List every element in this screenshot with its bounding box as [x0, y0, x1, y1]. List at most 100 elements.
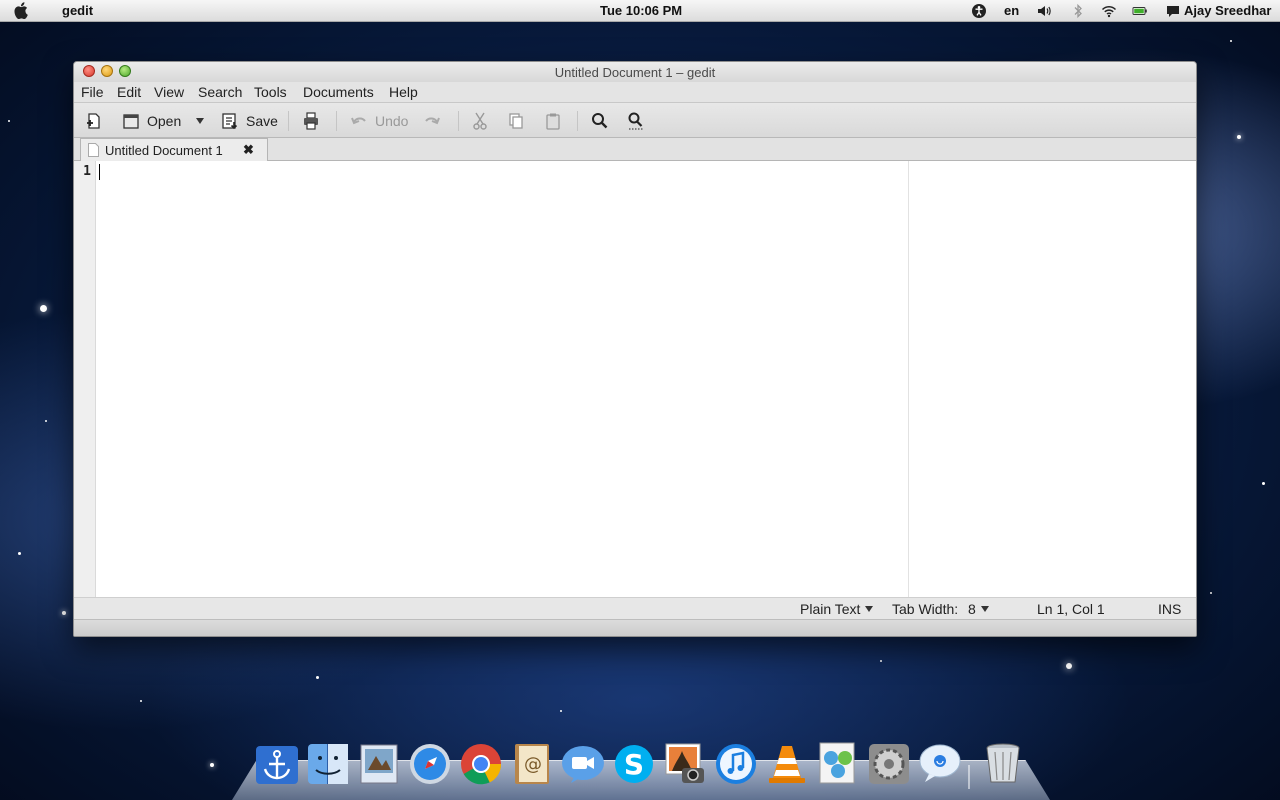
tab-width-label: Tab Width:	[892, 601, 959, 617]
volume-icon[interactable]	[1036, 3, 1052, 19]
star	[62, 611, 66, 615]
iphoto-icon[interactable]	[662, 740, 708, 786]
tab-width-selector[interactable]: Tab Width: 8	[892, 601, 989, 617]
star	[1230, 40, 1232, 42]
text-cursor	[99, 164, 100, 180]
search-replace-button[interactable]	[626, 111, 646, 131]
apple-icon[interactable]	[14, 2, 30, 19]
right-margin-line	[908, 161, 909, 597]
insert-mode: INS	[1158, 601, 1182, 617]
document-tab-bar: Untitled Document 1 ✖	[74, 138, 1196, 162]
input-language[interactable]: en	[1004, 3, 1019, 18]
contacts-icon[interactable]: @	[509, 740, 555, 786]
finder-icon[interactable]	[305, 740, 351, 786]
menu-help[interactable]: Help	[389, 84, 418, 100]
facetime-icon[interactable]	[560, 740, 606, 786]
redo-button[interactable]	[422, 111, 442, 131]
cut-button[interactable]	[470, 111, 490, 131]
cursor-position: Ln 1, Col 1	[1037, 601, 1105, 617]
menu-file[interactable]: File	[81, 84, 104, 100]
undo-icon	[351, 117, 366, 125]
editor-view[interactable]: 1	[74, 161, 1196, 597]
vlc-icon[interactable]	[764, 740, 810, 786]
paste-button[interactable]	[543, 111, 563, 131]
new-document-icon	[87, 113, 100, 129]
safari-icon[interactable]	[407, 740, 453, 786]
svg-text:S: S	[624, 748, 644, 781]
bluetooth-icon[interactable]	[1070, 3, 1086, 19]
folder-open-icon	[123, 114, 139, 129]
save-button[interactable]: Save	[220, 111, 278, 131]
svg-text:@: @	[524, 754, 542, 775]
toolbar: Open Save Undo	[74, 102, 1196, 138]
language-selector[interactable]: Plain Text	[800, 601, 874, 617]
chat-bubble-icon[interactable]	[1165, 3, 1181, 19]
active-app-name[interactable]: gedit	[62, 3, 93, 18]
clipboard-icon	[546, 113, 560, 130]
menu-view[interactable]: View	[154, 84, 184, 100]
star	[1262, 482, 1265, 485]
tab-label: Untitled Document 1	[105, 143, 223, 158]
star	[1066, 663, 1072, 669]
trash-icon[interactable]	[980, 740, 1026, 786]
system-menubar: gedit Tue 10:06 PM en Ajay Sreedhar	[0, 0, 1280, 22]
star	[1210, 592, 1212, 594]
save-icon	[222, 113, 238, 130]
tab-width-value: 8	[968, 601, 976, 617]
dock-separator	[968, 765, 970, 789]
preview-icon[interactable]	[356, 740, 402, 786]
toolbar-separator	[288, 111, 289, 131]
accessibility-icon[interactable]	[971, 3, 987, 19]
menu-tools[interactable]: Tools	[254, 84, 287, 100]
menu-edit[interactable]: Edit	[117, 84, 141, 100]
star	[316, 676, 319, 679]
star	[210, 763, 214, 767]
open-button[interactable]: Open	[121, 111, 181, 131]
open-recent-dropdown[interactable]	[191, 111, 204, 131]
messages-icon[interactable]	[917, 740, 963, 786]
skype-icon[interactable]: S	[611, 740, 657, 786]
search-icon	[592, 113, 608, 129]
toolbar-separator	[458, 111, 459, 131]
undo-button[interactable]: Undo	[349, 111, 408, 131]
copy-button[interactable]	[506, 111, 526, 131]
title-bar[interactable]: Untitled Document 1 – gedit	[74, 62, 1196, 84]
menubar-clock[interactable]: Tue 10:06 PM	[600, 3, 682, 18]
toolbar-separator	[336, 111, 337, 131]
chrome-icon[interactable]	[458, 740, 504, 786]
menu-search[interactable]: Search	[198, 84, 242, 100]
toolbar-separator	[577, 111, 578, 131]
text-area[interactable]	[97, 161, 908, 597]
language-label: Plain Text	[800, 601, 861, 617]
search-button[interactable]	[590, 111, 610, 131]
chevron-down-icon	[865, 606, 874, 612]
app-menubar: File Edit View Search Tools Documents He…	[74, 82, 1196, 102]
printer-icon	[304, 112, 318, 130]
user-name[interactable]: Ajay Sreedhar	[1184, 3, 1271, 18]
new-document-button[interactable]	[84, 111, 104, 131]
tab-untitled-document-1[interactable]: Untitled Document 1 ✖	[80, 138, 268, 162]
star	[560, 710, 562, 712]
wifi-icon[interactable]	[1101, 3, 1117, 19]
close-tab-icon[interactable]: ✖	[243, 142, 254, 158]
network-icon[interactable]	[815, 740, 861, 786]
menu-documents[interactable]: Documents	[303, 84, 374, 100]
battery-icon[interactable]	[1132, 3, 1148, 19]
open-label: Open	[147, 113, 182, 129]
line-number: 1	[83, 164, 91, 179]
line-number-gutter: 1	[74, 161, 96, 597]
itunes-icon[interactable]	[713, 740, 759, 786]
star	[18, 552, 21, 555]
star	[40, 305, 47, 312]
star	[880, 660, 882, 662]
anchor-icon[interactable]	[254, 740, 300, 786]
window-title: Untitled Document 1 – gedit	[554, 65, 716, 80]
status-bar: Plain Text Tab Width: 8 Ln 1, Col 1 INS	[74, 597, 1196, 619]
copy-icon	[509, 113, 523, 129]
redo-icon	[425, 117, 440, 125]
star	[140, 700, 142, 702]
star	[8, 120, 10, 122]
search-replace-icon	[628, 112, 643, 130]
system-preferences-icon[interactable]	[866, 740, 912, 786]
print-button[interactable]	[301, 111, 321, 131]
